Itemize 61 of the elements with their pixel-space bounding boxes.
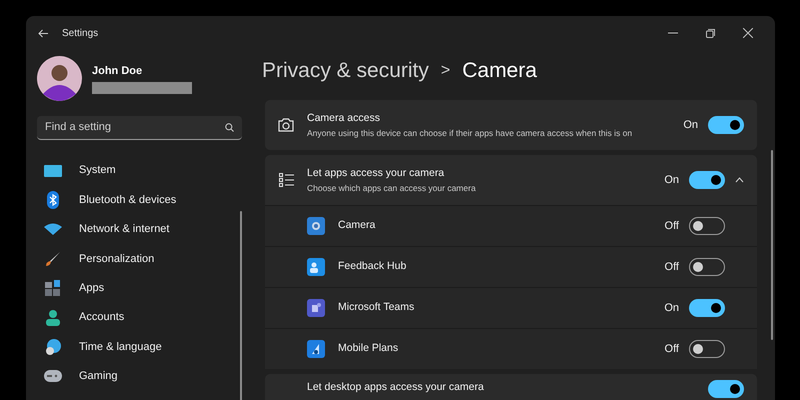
setting-card[interactable]: Let desktop apps access your camera [265,374,757,400]
gamepad-icon [44,370,62,382]
toggle-switch[interactable] [708,116,744,134]
camera-icon [278,118,294,132]
teams-app-icon [307,299,325,317]
apps-icon [45,280,61,296]
toggle-state: On [683,118,698,133]
sidebar-item[interactable]: Gaming [37,362,237,392]
toggle-state: On [664,172,679,188]
breadcrumb-parent[interactable]: Privacy & security [262,55,429,87]
sidebar-item[interactable]: Bluetooth & devices [37,185,237,215]
setting-title: Camera access [307,110,381,126]
app-name: Feedback Hub [338,259,406,274]
page-title: Camera [462,58,537,84]
search-box[interactable]: Find a setting [37,116,242,140]
toggle-switch[interactable] [708,380,744,398]
chevron-icon[interactable] [735,177,744,183]
close-icon[interactable] [743,28,753,38]
toggle-switch[interactable] [689,171,725,189]
signal-app-icon [307,340,325,358]
person-icon [46,310,60,326]
toggle-state: On [664,300,679,316]
sidebar-item[interactable]: System [37,156,237,186]
setting-card[interactable]: Let apps access your camera Choose which apps can access your camera On [265,155,757,205]
feedback-app-icon [307,258,325,276]
toggle-switch[interactable] [689,217,725,235]
search-icon [225,123,234,132]
minimize-icon[interactable] [668,32,678,34]
avatar [37,56,82,101]
sidebar-item[interactable]: Accounts [37,302,237,332]
wifi-icon [44,223,62,236]
sidebar-item[interactable]: Network & internet [37,214,237,244]
app-name: Camera [338,218,376,234]
bluetooth-icon [47,191,59,210]
app-name: Mobile Plans [338,341,398,356]
user-name: John Doe [92,64,144,80]
paintbrush-icon [45,250,61,267]
search-input[interactable]: Find a setting [45,119,225,136]
toggle-state: Off [664,260,679,275]
restore-icon[interactable] [706,28,715,38]
sidebar-item[interactable]: Time & language [37,332,237,362]
breadcrumb-separator: > [440,61,450,81]
toggle-state: Off [664,342,679,357]
back-arrow-icon[interactable] [38,28,48,38]
toggle-state: Off [664,218,679,234]
window-title: Settings [62,26,98,40]
setting-title: Let desktop apps access your camera [307,380,484,395]
monitor-icon [44,164,62,178]
setting-description: Anyone using this device can choose if their apps have camera access when this is on [307,126,632,140]
sidebar-item[interactable]: Personalization [37,244,237,274]
toggle-switch[interactable] [689,299,725,317]
setting-description: Choose which apps can access your camera [307,182,476,194]
camera-app-icon [307,217,325,235]
globe-clock-icon [45,339,61,356]
setting-card[interactable]: Camera access Anyone using this device can choose if their apps have camera access when this is on On [265,100,757,150]
list-icon [278,173,294,187]
sidebar-item[interactable]: Apps [37,274,237,303]
toggle-switch[interactable] [689,258,725,276]
toggle-switch[interactable] [689,340,725,358]
app-name: Microsoft Teams [338,300,414,316]
setting-title: Let apps access your camera [307,166,446,181]
